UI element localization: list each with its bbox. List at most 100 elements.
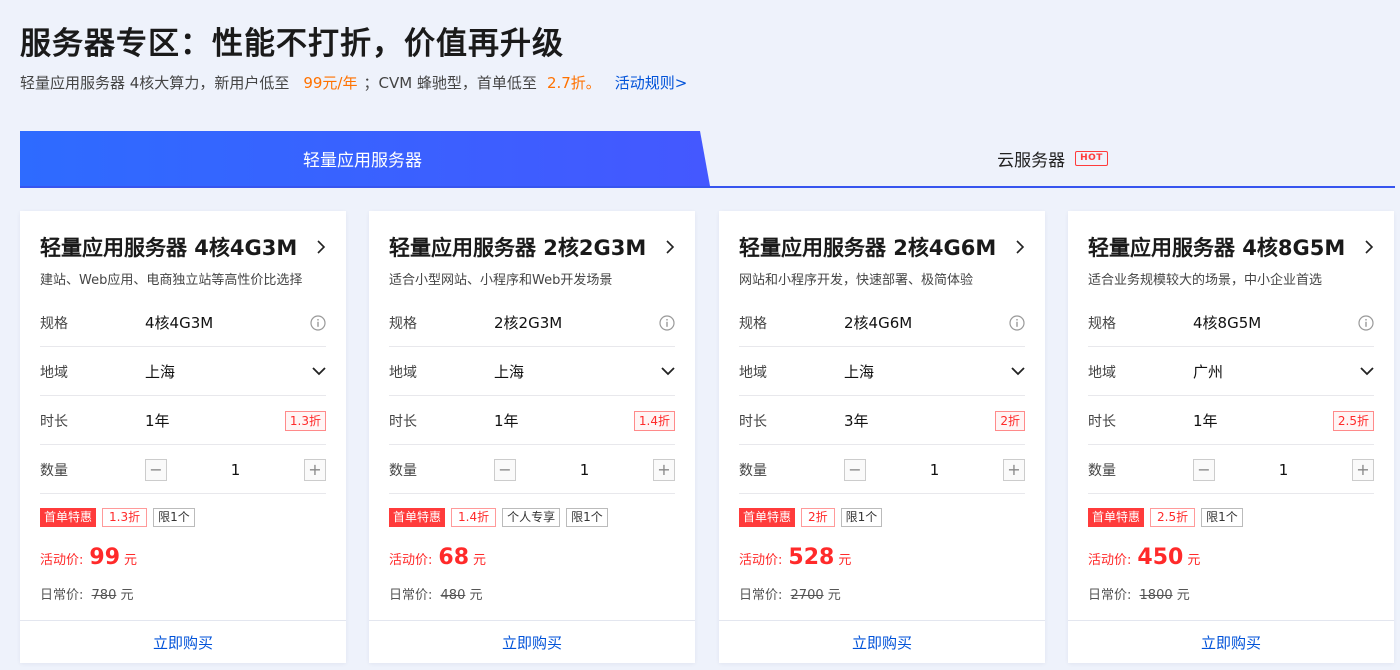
info-icon[interactable] xyxy=(1009,314,1025,331)
quantity-label: 数量 xyxy=(739,462,767,479)
spec-row: 规格 4核4G3M xyxy=(40,299,326,347)
page: 服务器专区：性能不打折，价值再升级 轻量应用服务器 4核大算力，新用户低至 99元… xyxy=(0,0,1400,670)
buy-now-button[interactable]: 立即购买 xyxy=(719,620,1045,663)
product-card: 轻量应用服务器 2核2G3M 适合小型网站、小程序和Web开发场景 规格 2核2… xyxy=(369,211,695,663)
rules-link[interactable]: 活动规则> xyxy=(615,74,688,92)
card-title-row[interactable]: 轻量应用服务器 2核4G6M xyxy=(739,233,1025,261)
region-select[interactable]: 上海 xyxy=(844,361,1011,382)
duration-value[interactable]: 1年 xyxy=(494,410,634,431)
subtitle-text-2: ；CVM 蜂驰型，首单低至 xyxy=(363,74,537,92)
region-select[interactable]: 上海 xyxy=(494,361,661,382)
chevron-down-icon[interactable] xyxy=(661,367,675,376)
personal-tag: 个人专享 xyxy=(502,508,561,527)
quantity-input[interactable]: 1 xyxy=(1215,461,1352,479)
limit-tag: 限1个 xyxy=(1201,508,1243,527)
hot-badge: HOT xyxy=(1075,151,1108,166)
region-label: 地域 xyxy=(739,364,767,381)
duration-row[interactable]: 时长 3年 2折 xyxy=(739,397,1025,445)
card-title: 轻量应用服务器 2核2G3M xyxy=(389,236,647,260)
product-card: 轻量应用服务器 4核4G3M 建站、Web应用、电商独立站等高性价比选择 规格 … xyxy=(20,211,346,663)
price-value: 99 xyxy=(89,545,121,570)
original-price-unit: 元 xyxy=(827,588,841,603)
discount-tag: 2.5折 xyxy=(1150,508,1196,527)
price-label: 活动价: xyxy=(1088,553,1132,568)
quantity-label: 数量 xyxy=(1088,462,1116,479)
price-label: 活动价: xyxy=(40,553,84,568)
region-row[interactable]: 地域 上海 xyxy=(389,348,675,396)
duration-label: 时长 xyxy=(40,413,68,430)
increment-button[interactable]: + xyxy=(304,458,326,481)
duration-row[interactable]: 时长 1年 1.4折 xyxy=(389,397,675,445)
decrement-button[interactable]: − xyxy=(1193,458,1215,481)
spec-label: 规格 xyxy=(40,315,68,332)
quantity-input[interactable]: 1 xyxy=(866,461,1003,479)
original-price-label: 日常价: xyxy=(389,588,433,603)
region-row[interactable]: 地域 广州 xyxy=(1088,348,1374,396)
card-title: 轻量应用服务器 4核8G5M xyxy=(1088,236,1346,260)
card-title: 轻量应用服务器 4核4G3M xyxy=(40,236,298,260)
decrement-button[interactable]: − xyxy=(145,458,167,481)
card-title-row[interactable]: 轻量应用服务器 4核8G5M xyxy=(1088,233,1374,261)
duration-row[interactable]: 时长 1年 2.5折 xyxy=(1088,397,1374,445)
price-row: 活动价: 450 元 xyxy=(1088,545,1200,570)
tab-lighthouse[interactable]: 轻量应用服务器 xyxy=(20,131,710,186)
quantity-row: 数量 − 1 + xyxy=(1088,446,1374,494)
original-price-value: 780 xyxy=(91,588,117,603)
duration-label: 时长 xyxy=(739,413,767,430)
duration-value[interactable]: 3年 xyxy=(844,410,995,431)
duration-label: 时长 xyxy=(1088,413,1116,430)
buy-now-button[interactable]: 立即购买 xyxy=(20,620,346,663)
card-title-row[interactable]: 轻量应用服务器 2核2G3M xyxy=(389,233,675,261)
chevron-down-icon[interactable] xyxy=(1360,367,1374,376)
chevron-right-icon xyxy=(666,240,675,254)
increment-button[interactable]: + xyxy=(1352,458,1374,481)
info-icon[interactable] xyxy=(310,314,326,331)
price-unit: 元 xyxy=(1187,553,1201,568)
price-value: 450 xyxy=(1137,545,1184,570)
buy-now-button[interactable]: 立即购买 xyxy=(369,620,695,663)
quantity-row: 数量 − 1 + xyxy=(389,446,675,494)
spec-label: 规格 xyxy=(389,315,417,332)
discount-tag: 1.3折 xyxy=(102,508,148,527)
quantity-row: 数量 − 1 + xyxy=(739,446,1025,494)
quantity-label: 数量 xyxy=(40,462,68,479)
region-select[interactable]: 上海 xyxy=(145,361,312,382)
spec-value: 4核4G3M xyxy=(145,314,214,332)
limit-tag: 限1个 xyxy=(566,508,608,527)
subtitle-price: 99元/年 xyxy=(303,74,358,92)
page-title: 服务器专区：性能不打折，价值再升级 xyxy=(20,26,564,62)
chevron-down-icon[interactable] xyxy=(312,367,326,376)
region-select[interactable]: 广州 xyxy=(1193,361,1360,382)
card-title: 轻量应用服务器 2核4G6M xyxy=(739,236,997,260)
region-row[interactable]: 地域 上海 xyxy=(739,348,1025,396)
region-label: 地域 xyxy=(40,364,68,381)
decrement-button[interactable]: − xyxy=(844,458,866,481)
tab-cvm[interactable]: 云服务器 HOT xyxy=(710,131,1395,186)
promo-tags: 首单特惠 2折 限1个 xyxy=(739,508,883,527)
original-price-unit: 元 xyxy=(1176,588,1190,603)
original-price-label: 日常价: xyxy=(1088,588,1132,603)
discount-tag: 1.4折 xyxy=(451,508,497,527)
info-icon[interactable] xyxy=(659,314,675,331)
duration-label: 时长 xyxy=(389,413,417,430)
info-icon[interactable] xyxy=(1358,314,1374,331)
spec-value: 2核2G3M xyxy=(494,314,563,332)
increment-button[interactable]: + xyxy=(653,458,675,481)
chevron-down-icon[interactable] xyxy=(1011,367,1025,376)
region-label: 地域 xyxy=(1088,364,1116,381)
promo-tags: 首单特惠 1.4折 个人专享 限1个 xyxy=(389,508,608,527)
duration-value[interactable]: 1年 xyxy=(145,410,285,431)
card-title-row[interactable]: 轻量应用服务器 4核4G3M xyxy=(40,233,326,261)
buy-now-button[interactable]: 立即购买 xyxy=(1068,620,1394,663)
decrement-button[interactable]: − xyxy=(494,458,516,481)
original-price-value: 2700 xyxy=(790,588,824,603)
duration-row[interactable]: 时长 1年 1.3折 xyxy=(40,397,326,445)
region-row[interactable]: 地域 上海 xyxy=(40,348,326,396)
original-price-row: 日常价: 1800 元 xyxy=(1088,584,1190,603)
chevron-right-icon xyxy=(317,240,326,254)
first-order-tag: 首单特惠 xyxy=(389,508,446,527)
quantity-input[interactable]: 1 xyxy=(167,461,304,479)
increment-button[interactable]: + xyxy=(1003,458,1025,481)
quantity-input[interactable]: 1 xyxy=(516,461,653,479)
duration-value[interactable]: 1年 xyxy=(1193,410,1333,431)
